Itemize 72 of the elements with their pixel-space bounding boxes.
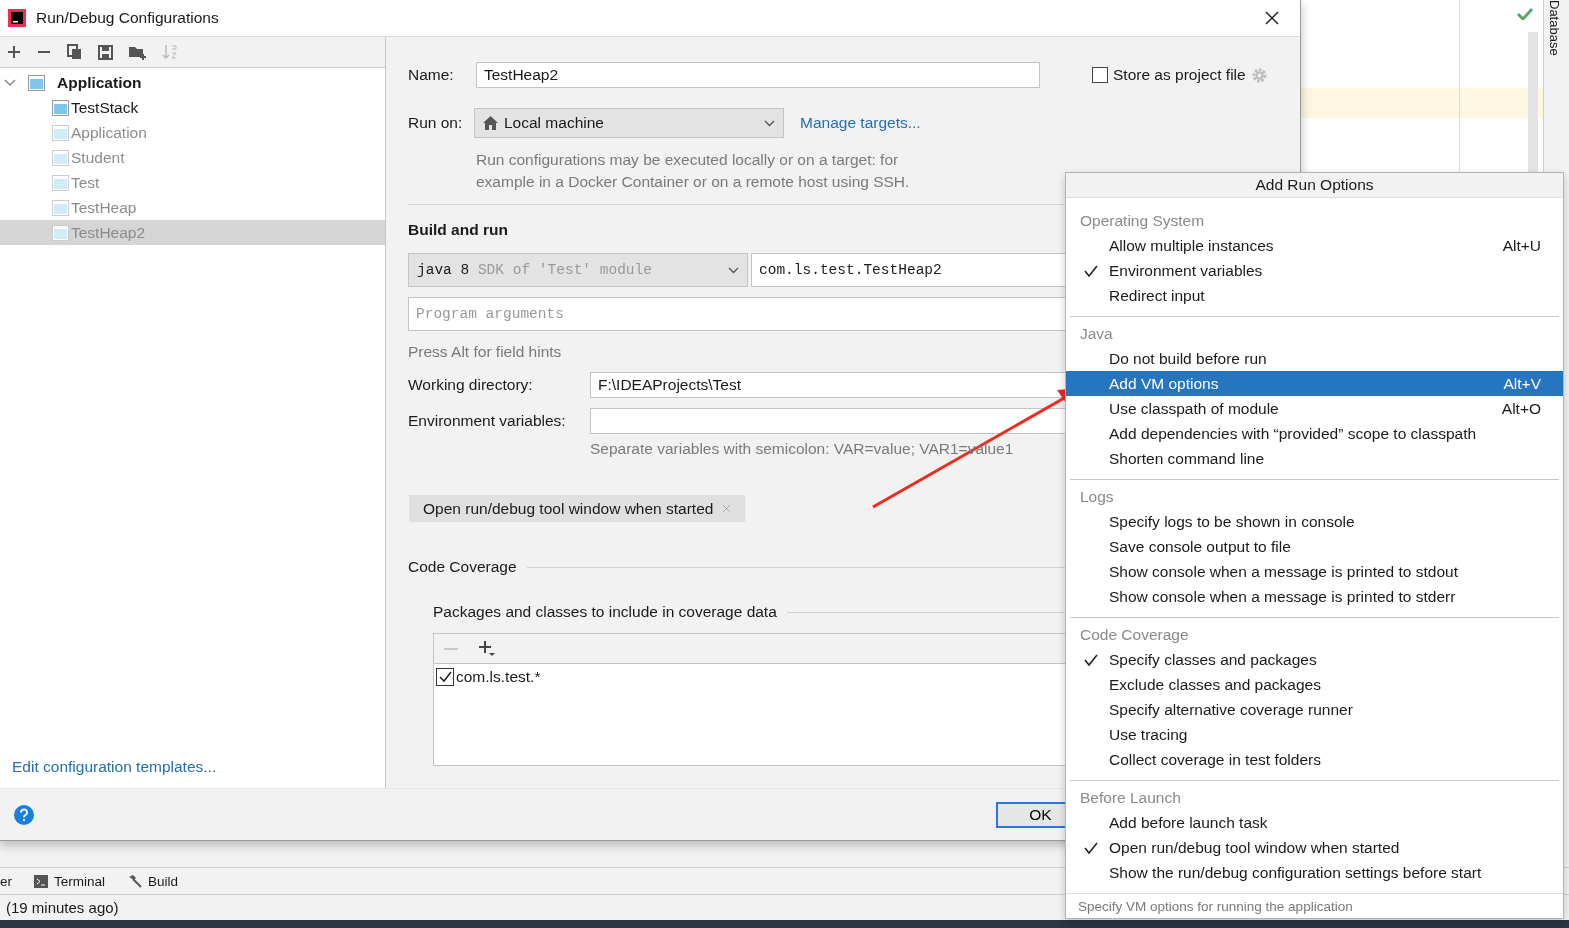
window-icon xyxy=(52,99,69,116)
popup-title: Add Run Options xyxy=(1066,173,1563,198)
help-icon[interactable] xyxy=(14,804,34,825)
window-icon xyxy=(52,149,69,166)
option-tag[interactable]: Open run/debug tool window when started xyxy=(409,495,746,522)
terminal-icon xyxy=(34,874,48,888)
environment-variables-label: Environment variables: xyxy=(408,412,567,430)
status-text: (19 minutes ago) xyxy=(6,899,119,916)
name-label: Name: xyxy=(408,66,455,84)
check-icon xyxy=(1517,8,1533,20)
tree-item[interactable]: TestStack xyxy=(0,95,385,120)
tool-window-tab[interactable]: Build xyxy=(127,873,179,889)
section-title: Code Coverage xyxy=(408,558,517,576)
tool-window-tab[interactable]: Terminal xyxy=(34,873,106,889)
sort-icon xyxy=(162,44,178,60)
option-item[interactable]: Use tracing xyxy=(1066,722,1563,747)
group-header: Code Coverage xyxy=(1079,624,1190,645)
package-checkbox[interactable] xyxy=(436,668,454,686)
popup-footer: Specify VM options for running the application xyxy=(1066,893,1563,918)
chevron-icon xyxy=(764,119,775,127)
manage-targets-link[interactable]: Manage targets... xyxy=(800,114,921,132)
option-item[interactable]: Shorten command line xyxy=(1066,446,1563,471)
app-logo-icon xyxy=(8,9,26,27)
field-hint-text: Press Alt for field hints xyxy=(408,343,562,361)
option-item[interactable]: Specify alternative coverage runner xyxy=(1066,697,1563,722)
option-item[interactable]: Open run/debug tool window when started xyxy=(1066,835,1563,860)
option-item[interactable]: Exclude classes and packages xyxy=(1066,672,1563,697)
option-item[interactable]: Specify logs to be shown in console xyxy=(1066,509,1563,534)
run-on-description: Run configurations may be executed locally or on a target: for example in a Docker Container or on a remote host using SSH. xyxy=(476,150,911,192)
chevron-icon xyxy=(728,266,739,274)
tree-item[interactable]: Application xyxy=(0,70,385,95)
sdk-dropdown[interactable]: java 8 SDK of 'Test' module xyxy=(408,253,748,287)
remove-icon xyxy=(444,647,458,650)
run-on-label: Run on: xyxy=(408,114,464,132)
run-on-dropdown[interactable]: Local machine xyxy=(474,108,784,138)
name-field[interactable]: TestHeap2 xyxy=(476,62,1040,88)
window-icon xyxy=(52,174,69,191)
option-item[interactable]: Use classpath of module Alt+O xyxy=(1066,396,1563,421)
templates-link[interactable]: Edit configuration templates... xyxy=(12,758,217,776)
option-item[interactable]: Show console when a message is printed to stderr xyxy=(1066,584,1563,609)
chevron-icon[interactable] xyxy=(4,78,16,87)
option-item[interactable]: Do not build before run xyxy=(1066,346,1563,371)
window-icon xyxy=(52,224,69,241)
group-header: Logs xyxy=(1079,486,1115,507)
add-icon[interactable] xyxy=(478,639,496,658)
option-item[interactable]: Specify classes and packages xyxy=(1066,647,1563,672)
folder-add-icon[interactable] xyxy=(129,44,146,60)
add-icon[interactable] xyxy=(7,45,21,59)
window-title: Run/Debug Configurations xyxy=(36,9,219,27)
section-title: Build and run xyxy=(408,221,508,239)
working-directory-label: Working directory: xyxy=(408,376,534,394)
group-header: Operating System xyxy=(1079,210,1206,231)
copy-icon[interactable] xyxy=(67,44,82,60)
option-item[interactable]: Show the run/debug configuration settings before start xyxy=(1066,860,1563,885)
close-icon[interactable] xyxy=(1265,11,1279,25)
store-checkbox[interactable] xyxy=(1092,67,1108,83)
hammer-icon xyxy=(127,873,143,889)
option-item[interactable]: Save console output to file xyxy=(1066,534,1563,559)
tool-window-tab[interactable]: er xyxy=(0,873,12,889)
option-item[interactable]: Show console when a message is printed to stdout xyxy=(1066,559,1563,584)
option-item[interactable]: Add VM options Alt+V xyxy=(1066,371,1563,396)
scrollbar[interactable] xyxy=(1528,32,1538,172)
save-icon[interactable] xyxy=(98,44,113,60)
option-item[interactable]: Add dependencies with “provided” scope to classpath xyxy=(1066,421,1563,446)
window-icon xyxy=(52,199,69,216)
section-title: Packages and classes to include in coverage data xyxy=(433,603,777,621)
house-icon xyxy=(483,116,498,130)
window-icon xyxy=(28,74,45,91)
database-tab[interactable]: Database xyxy=(1547,0,1562,56)
option-item[interactable]: Collect coverage in test folders xyxy=(1066,747,1563,772)
window-icon xyxy=(52,124,69,141)
store-label: Store as project file xyxy=(1113,66,1246,84)
